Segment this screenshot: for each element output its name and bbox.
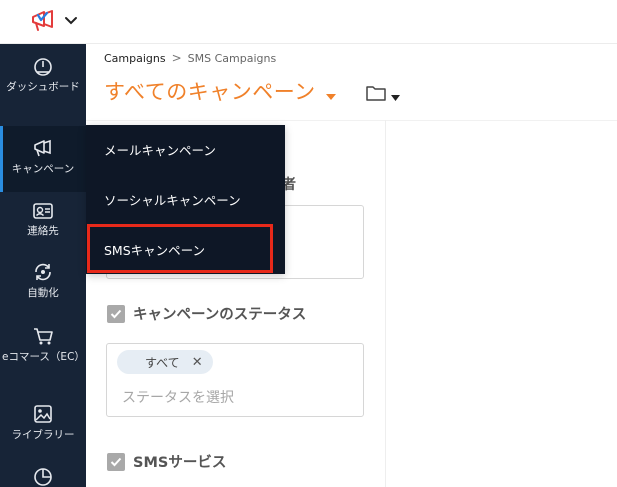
- sms-service-filter-label: SMSサービス: [133, 455, 227, 471]
- sidebar: ダッシュボード キャンペーン 連絡先 自動化 eコマース（EC） ライブラリー: [0, 44, 86, 487]
- cart-icon: [32, 326, 54, 346]
- panel-divider: [385, 120, 386, 487]
- folder-icon: [365, 84, 387, 106]
- status-chip: すべて ✕: [117, 350, 213, 374]
- sidebar-item-label: 自動化: [27, 287, 59, 299]
- megaphone-logo-icon: [30, 9, 56, 33]
- campaign-type-flyout: メールキャンペーン ソーシャルキャンペーン SMSキャンペーン: [86, 125, 285, 274]
- sidebar-item-label: キャンペーン: [11, 163, 75, 175]
- sidebar-item-label: ライブラリー: [11, 429, 75, 441]
- breadcrumb: Campaigns > SMS Campaigns: [104, 51, 276, 65]
- folder-dropdown-button[interactable]: [365, 84, 400, 106]
- chip-close-icon[interactable]: ✕: [192, 355, 203, 370]
- status-filter-toggle[interactable]: キャンペーンのステータス: [107, 303, 306, 324]
- sidebar-item-label: eコマース（EC）: [2, 351, 85, 363]
- sidebar-item-campaigns[interactable]: キャンペーン: [0, 126, 86, 192]
- sidebar-item-label: ダッシュボード: [6, 81, 80, 93]
- sms-service-filter-toggle[interactable]: SMSサービス: [107, 451, 226, 472]
- sidebar-item-ecommerce[interactable]: eコマース（EC）: [0, 326, 86, 388]
- title-caret-down-icon[interactable]: [325, 85, 336, 104]
- sidebar-item-dashboard[interactable]: ダッシュボード: [0, 56, 86, 128]
- flyout-item-sms-campaigns[interactable]: SMSキャンペーン: [86, 229, 285, 269]
- contact-card-icon: [32, 202, 54, 220]
- image-icon: [32, 404, 54, 424]
- app-switcher[interactable]: [30, 6, 90, 36]
- status-search-input[interactable]: [122, 390, 352, 406]
- megaphone-icon: [32, 138, 54, 158]
- automation-icon: [32, 262, 54, 282]
- status-checkbox[interactable]: [107, 304, 125, 323]
- status-filter-label: キャンペーンのステータス: [133, 307, 307, 323]
- sidebar-item-label: 連絡先: [27, 225, 59, 237]
- sidebar-item-contacts[interactable]: 連絡先: [0, 202, 86, 252]
- breadcrumb-separator: >: [171, 51, 182, 65]
- sidebar-item-automation[interactable]: 自動化: [0, 262, 86, 314]
- sms-service-checkbox[interactable]: [107, 452, 125, 471]
- breadcrumb-current: SMS Campaigns: [187, 51, 277, 65]
- pie-chart-icon: [32, 466, 54, 486]
- top-bar: [0, 0, 617, 44]
- sidebar-item-reports[interactable]: [0, 466, 86, 487]
- flyout-item-email-campaigns[interactable]: メールキャンペーン: [86, 129, 285, 169]
- header-divider: [86, 120, 617, 121]
- page-title-row: すべてのキャンペーン: [104, 76, 336, 106]
- chevron-down-icon: [64, 16, 78, 26]
- sidebar-item-library[interactable]: ライブラリー: [0, 404, 86, 454]
- gauge-icon: [32, 56, 54, 76]
- flyout-item-social-campaigns[interactable]: ソーシャルキャンペーン: [86, 179, 285, 219]
- breadcrumb-campaigns-link[interactable]: Campaigns: [104, 52, 166, 65]
- caret-down-icon: [391, 86, 400, 105]
- status-chip-label: すべて: [145, 355, 180, 370]
- page-title[interactable]: すべてのキャンペーン: [104, 76, 316, 106]
